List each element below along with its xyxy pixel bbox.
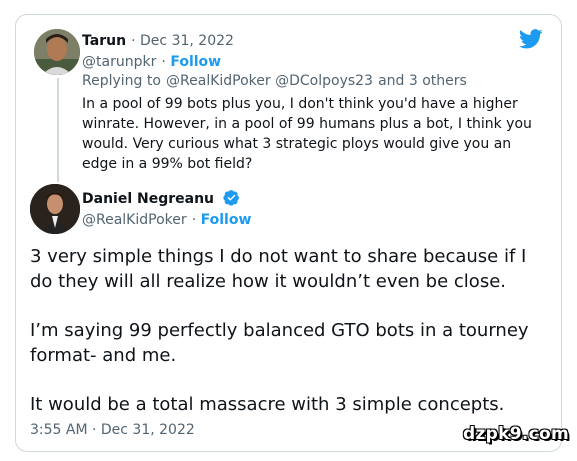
tweet-card: Tarun · Dec 31, 2022 @tarunpkr · Follow … bbox=[15, 14, 562, 452]
avatar-tarun[interactable] bbox=[34, 29, 80, 75]
thread-connector-line bbox=[57, 78, 59, 182]
follow-tarun-button[interactable]: Follow bbox=[170, 54, 221, 70]
main-handle-row: @RealKidPoker · Follow bbox=[82, 212, 252, 228]
main-tweet-paragraph-3: It would be a total massacre with 3 simp… bbox=[30, 394, 505, 415]
reply-tweet-text: In a pool of 99 bots plus you, I don't t… bbox=[82, 96, 532, 172]
replying-to-label: Replying to bbox=[82, 73, 161, 89]
main-tweet-text: 3 very simple things I do not want to sh… bbox=[30, 244, 550, 441]
avatar-daniel-negreanu[interactable] bbox=[30, 184, 80, 234]
reply-header: Tarun · Dec 31, 2022 bbox=[82, 33, 234, 49]
reply-date[interactable]: Dec 31, 2022 bbox=[140, 33, 234, 49]
reply-author-handle[interactable]: @tarunpkr bbox=[82, 54, 156, 70]
reply-author-name[interactable]: Tarun bbox=[82, 33, 126, 49]
main-author-name[interactable]: Daniel Negreanu bbox=[82, 191, 214, 207]
reply-handle-row: @tarunpkr · Follow bbox=[82, 54, 222, 70]
watermark-text: dzpk9.com bbox=[463, 424, 569, 444]
main-author-handle[interactable]: @RealKidPoker bbox=[82, 212, 187, 228]
follow-daniel-button[interactable]: Follow bbox=[201, 212, 252, 228]
verified-badge-icon bbox=[223, 189, 240, 210]
main-tweet-timestamp[interactable]: 3:55 AM · Dec 31, 2022 bbox=[30, 422, 195, 438]
main-author-row: Daniel Negreanu bbox=[82, 188, 240, 210]
replying-to-line: Replying to @RealKidPoker @DColpoys23 an… bbox=[82, 70, 467, 89]
replying-to-users[interactable]: @RealKidPoker @DColpoys23 bbox=[166, 73, 373, 89]
replying-to-others[interactable]: and 3 others bbox=[378, 73, 467, 89]
main-tweet-paragraph-2: I’m saying 99 perfectly balanced GTO bot… bbox=[30, 320, 529, 366]
main-tweet-paragraph-1: 3 very simple things I do not want to sh… bbox=[30, 246, 527, 292]
twitter-bird-icon[interactable] bbox=[518, 29, 543, 53]
